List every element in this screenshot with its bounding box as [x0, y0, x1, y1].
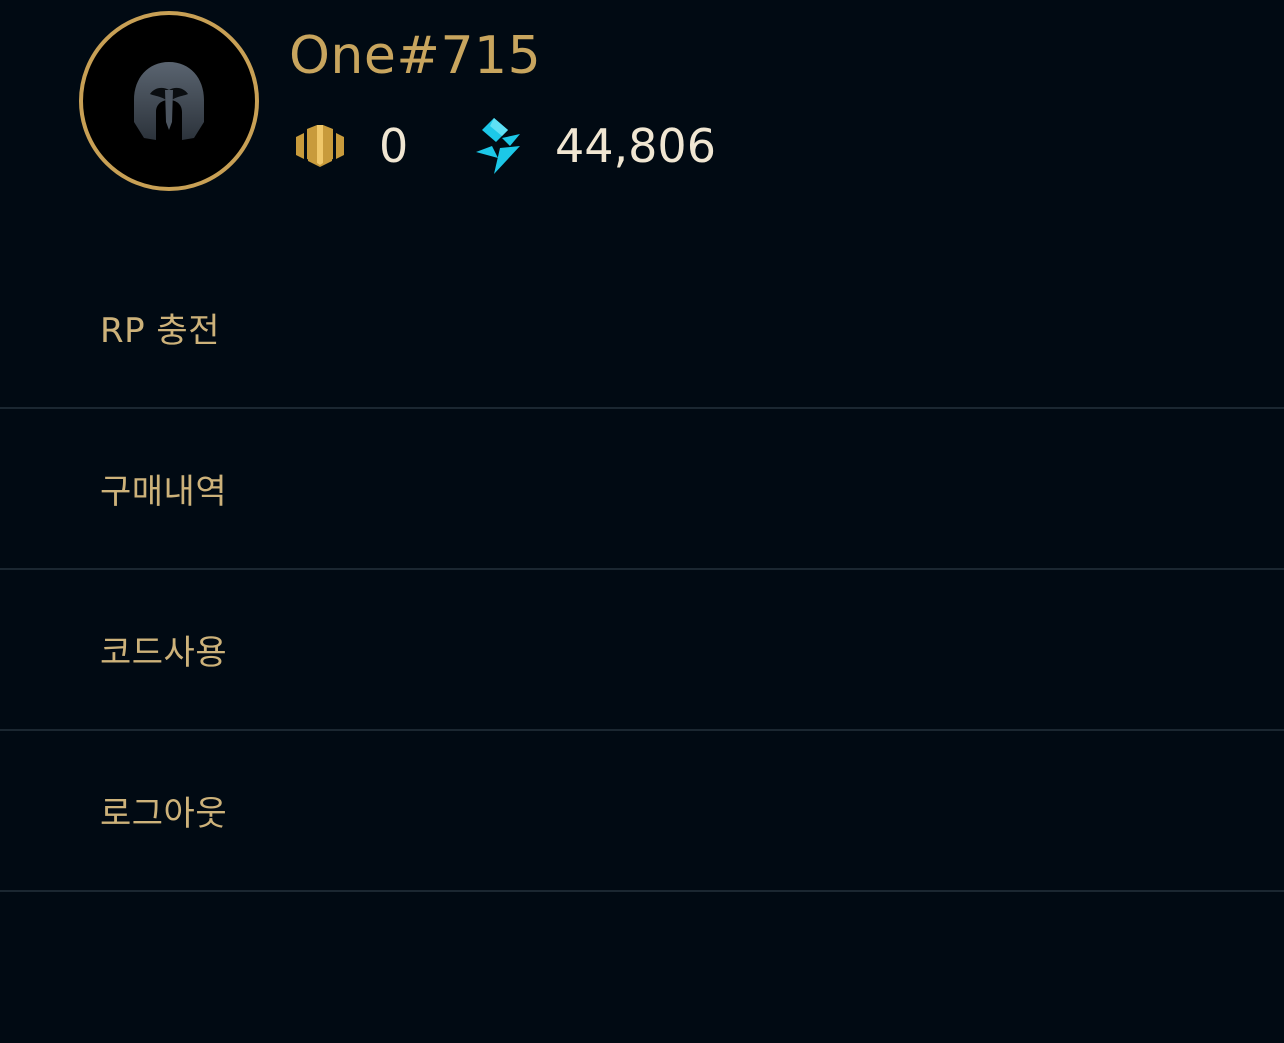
username: One#715 [289, 26, 542, 86]
menu-item-purchase-history[interactable]: 구매내역 [0, 409, 1284, 570]
helmet-icon [134, 62, 204, 140]
menu-item-logout[interactable]: 로그아웃 [0, 731, 1284, 892]
blue-essence-icon [296, 125, 344, 167]
riot-points-balance[interactable]: 44,806 [472, 114, 716, 178]
account-menu: RP 충전 구매내역 코드사용 로그아웃 [0, 248, 1284, 892]
menu-item-label: RP 충전 [100, 311, 220, 351]
profile-menu-page: One#715 0 44,806 RP 충전 구매내역 코드사용 로그아웃 [0, 0, 1284, 1043]
blue-essence-balance[interactable]: 0 [294, 114, 408, 178]
menu-item-label: 코드사용 [100, 633, 228, 673]
menu-item-label: 로그아웃 [100, 794, 228, 834]
riot-points-amount: 44,806 [555, 119, 716, 173]
blue-essence-amount: 0 [379, 119, 409, 173]
profile-avatar[interactable] [79, 11, 259, 191]
menu-item-rp-charge[interactable]: RP 충전 [0, 248, 1284, 409]
riot-points-icon [476, 118, 520, 174]
menu-item-redeem-code[interactable]: 코드사용 [0, 570, 1284, 731]
menu-item-label: 구매내역 [100, 472, 228, 512]
